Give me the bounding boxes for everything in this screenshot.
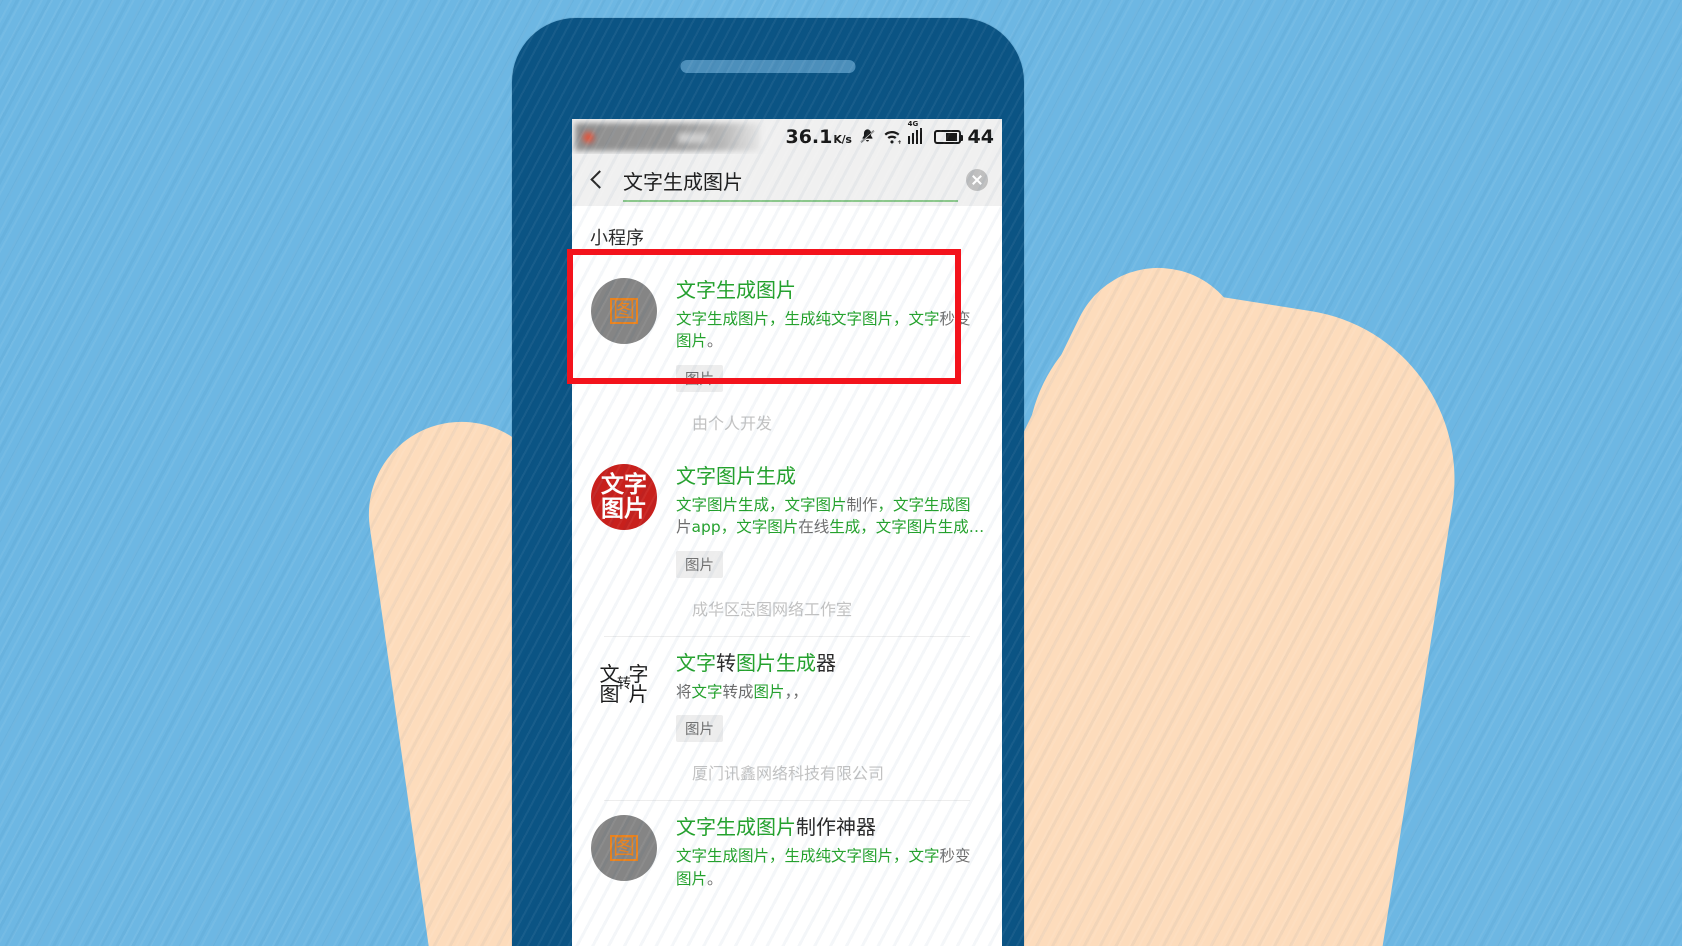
result-item-inner: 图 文字生成图片制作神器文字生成图片，生成纯文字图片，文字秒变图片。 [588,815,986,890]
app-description: 文字生成图片，生成纯文字图片，文字秒变图片。 [676,845,986,890]
network-type-label: 4G [907,120,919,128]
signal-bars-icon: 4G [907,120,927,144]
highlighted-text: 生成，文字图片生成… [829,518,985,537]
app-icon: 图 [588,815,660,890]
battery-percent: 44 [967,125,994,148]
highlighted-text: 文字 [691,682,723,701]
result-item-body: 文字图片生成文字图片生成，文字图片制作，文字生成图片app，文字图片在线生成，文… [676,464,986,578]
highlighted-text: 文字 [676,650,716,675]
app-icon-glyph: 文字图片 [601,471,647,522]
battery-icon [933,129,963,144]
highlighted-text: 文字生成图片 [676,278,796,302]
highlighted-text: 文字生成图片 [676,815,796,840]
search-query-text: 文字生成图片 [623,169,743,194]
developer-name: 厦门讯鑫网络科技有限公司 [604,742,970,802]
plain-text: 在线 [798,518,830,537]
result-item[interactable]: 文字图片转文字转图片生成器 将文字转成图片，， 图片 厦门讯鑫网络科技有限公司 [572,637,1002,802]
highlighted-text: 图片 [676,332,708,351]
app-icon-gray: 图 [591,278,657,344]
status-bar: 36.1 K/s 4G 44 [572,119,1002,154]
phone-screen: 36.1 K/s 4G 44 文字生成图片 小程序 图 文字生成图片 文字生成图… [572,119,1002,946]
category-tag[interactable]: 图片 [676,550,723,578]
bell-muted-icon [859,128,876,145]
plain-text: 转成 [722,682,754,701]
developer-name: 由个人开发 [692,413,773,433]
results-container: 图文字生成图片 文字生成图片，生成纯文字图片，文字秒变图片。 图片 由个人开发文字图片… [572,264,1002,890]
network-speed: 36.1 K/s [785,126,851,148]
network-speed-value: 36.1 [785,125,833,148]
search-bar: 文字生成图片 [572,154,1002,206]
phone-speaker [680,60,856,73]
app-icon-glyph: 图 [609,298,638,324]
app-title: 文字图片生成 [676,464,986,489]
battery-fill [946,132,958,141]
app-icon-glyph: 图 [609,835,638,862]
status-bar-right: 36.1 K/s 4G 44 [785,120,994,148]
app-icon: 文字图片转 [588,650,660,742]
highlighted-text: 图片生成 [736,650,816,675]
result-item[interactable]: 图 文字生成图片制作神器文字生成图片，生成纯文字图片，文字秒变图片。 [572,801,1002,890]
plain-text: 制作 [846,495,878,514]
network-speed-unit-bottom: s [845,132,852,146]
scene: 36.1 K/s 4G 44 文字生成图片 小程序 图 文字生成图片 文字生成图… [0,0,1682,946]
category-tag-row: 图片 [676,353,986,392]
result-item[interactable]: 图文字生成图片 文字生成图片，生成纯文字图片，文字秒变图片。 图片 由个人开发 [572,264,1002,450]
search-underline [623,200,958,202]
app-description: 将文字转成图片，， [676,681,986,703]
result-item-body: 文字生成图片 文字生成图片，生成纯文字图片，文字秒变图片。 图片 [676,278,986,392]
section-label: 小程序 [590,228,644,249]
plain-text: 器 [816,650,836,675]
plain-text: 秒变 [939,847,971,866]
clear-circle-icon[interactable] [966,169,988,191]
phone-device: 36.1 K/s 4G 44 文字生成图片 小程序 图 文字生成图片 文字生成图… [512,18,1024,946]
highlighted-text: ，文字生成图 [877,495,971,514]
plain-text: 。 [707,332,723,351]
result-item-inner: 文字图片转文字转图片生成器 将文字转成图片，， 图片 [588,650,986,743]
plain-text: 将 [676,682,692,701]
app-icon-white: 文字图片转 [591,650,657,717]
plain-text: 。 [707,869,723,888]
app-description: 文字生成图片，生成纯文字图片，文字秒变图片。 [676,308,986,353]
app-title: 文字转图片生成器 [676,651,986,676]
back-chevron-icon[interactable] [584,168,608,192]
app-title: 文字生成图片 [676,278,986,303]
network-speed-unit-top: K [833,132,842,146]
search-input[interactable]: 文字生成图片 [623,154,958,206]
app-icon-red: 文字图片 [591,463,657,530]
app-icon-gray: 图 [591,815,657,882]
result-item-inner: 图文字生成图片 文字生成图片，生成纯文字图片，文字秒变图片。 图片 [588,278,986,392]
category-tag-row: 图片 [676,703,986,743]
plain-text: 制作神器 [796,815,876,840]
highlighted-text: 图片 [676,869,708,888]
result-item-body: 文字转图片生成器 将文字转成图片，， 图片 [676,651,986,743]
plain-text: 秒变 [939,310,971,328]
results-list: 小程序 图文字生成图片 文字生成图片，生成纯文字图片，文字秒变图片。 图片 由个人开发… [572,206,1002,946]
developer-name: 成华区志图网络工作室 [604,578,970,637]
result-item-inner: 文字图片文字图片生成 文字图片生成，文字图片制作，文字生成图片app，文字图片在线… [588,463,986,578]
plain-text: 转 [716,650,736,675]
highlighted-text: 文字生成图片，生成纯文字图片，文字 [676,310,940,328]
status-bar-left-blurred [575,122,760,151]
svg-text:+: + [897,139,901,145]
highlighted-text: 文字图片生成 [676,463,796,488]
wifi-icon: + [883,128,902,146]
highlighted-text: app，文字图片 [691,518,799,537]
network-speed-unit: K/s [833,132,852,146]
category-tag[interactable]: 图片 [676,364,723,392]
highlighted-text: 图片 [753,682,785,701]
plain-text: ，， [784,682,808,701]
result-item[interactable]: 文字图片文字图片生成 文字图片生成，文字图片制作，文字生成图片app，文字图片在线… [572,450,1002,637]
app-icon: 图 [588,278,660,392]
plain-text: 片 [676,518,692,537]
highlighted-text: 文字图片生成，文字图片 [676,495,847,514]
result-item-body: 文字生成图片制作神器文字生成图片，生成纯文字图片，文字秒变图片。 [676,815,986,890]
category-tag-row: 图片 [676,539,986,578]
app-icon: 文字图片 [588,463,660,578]
app-icon-glyph: 文字图片转 [599,661,649,706]
highlighted-text: 文字生成图片，生成纯文字图片，文字 [676,847,940,866]
app-title: 文字生成图片制作神器 [676,815,986,840]
category-tag[interactable]: 图片 [676,715,723,743]
app-description: 文字图片生成，文字图片制作，文字生成图片app，文字图片在线生成，文字图片生成… [676,494,986,539]
